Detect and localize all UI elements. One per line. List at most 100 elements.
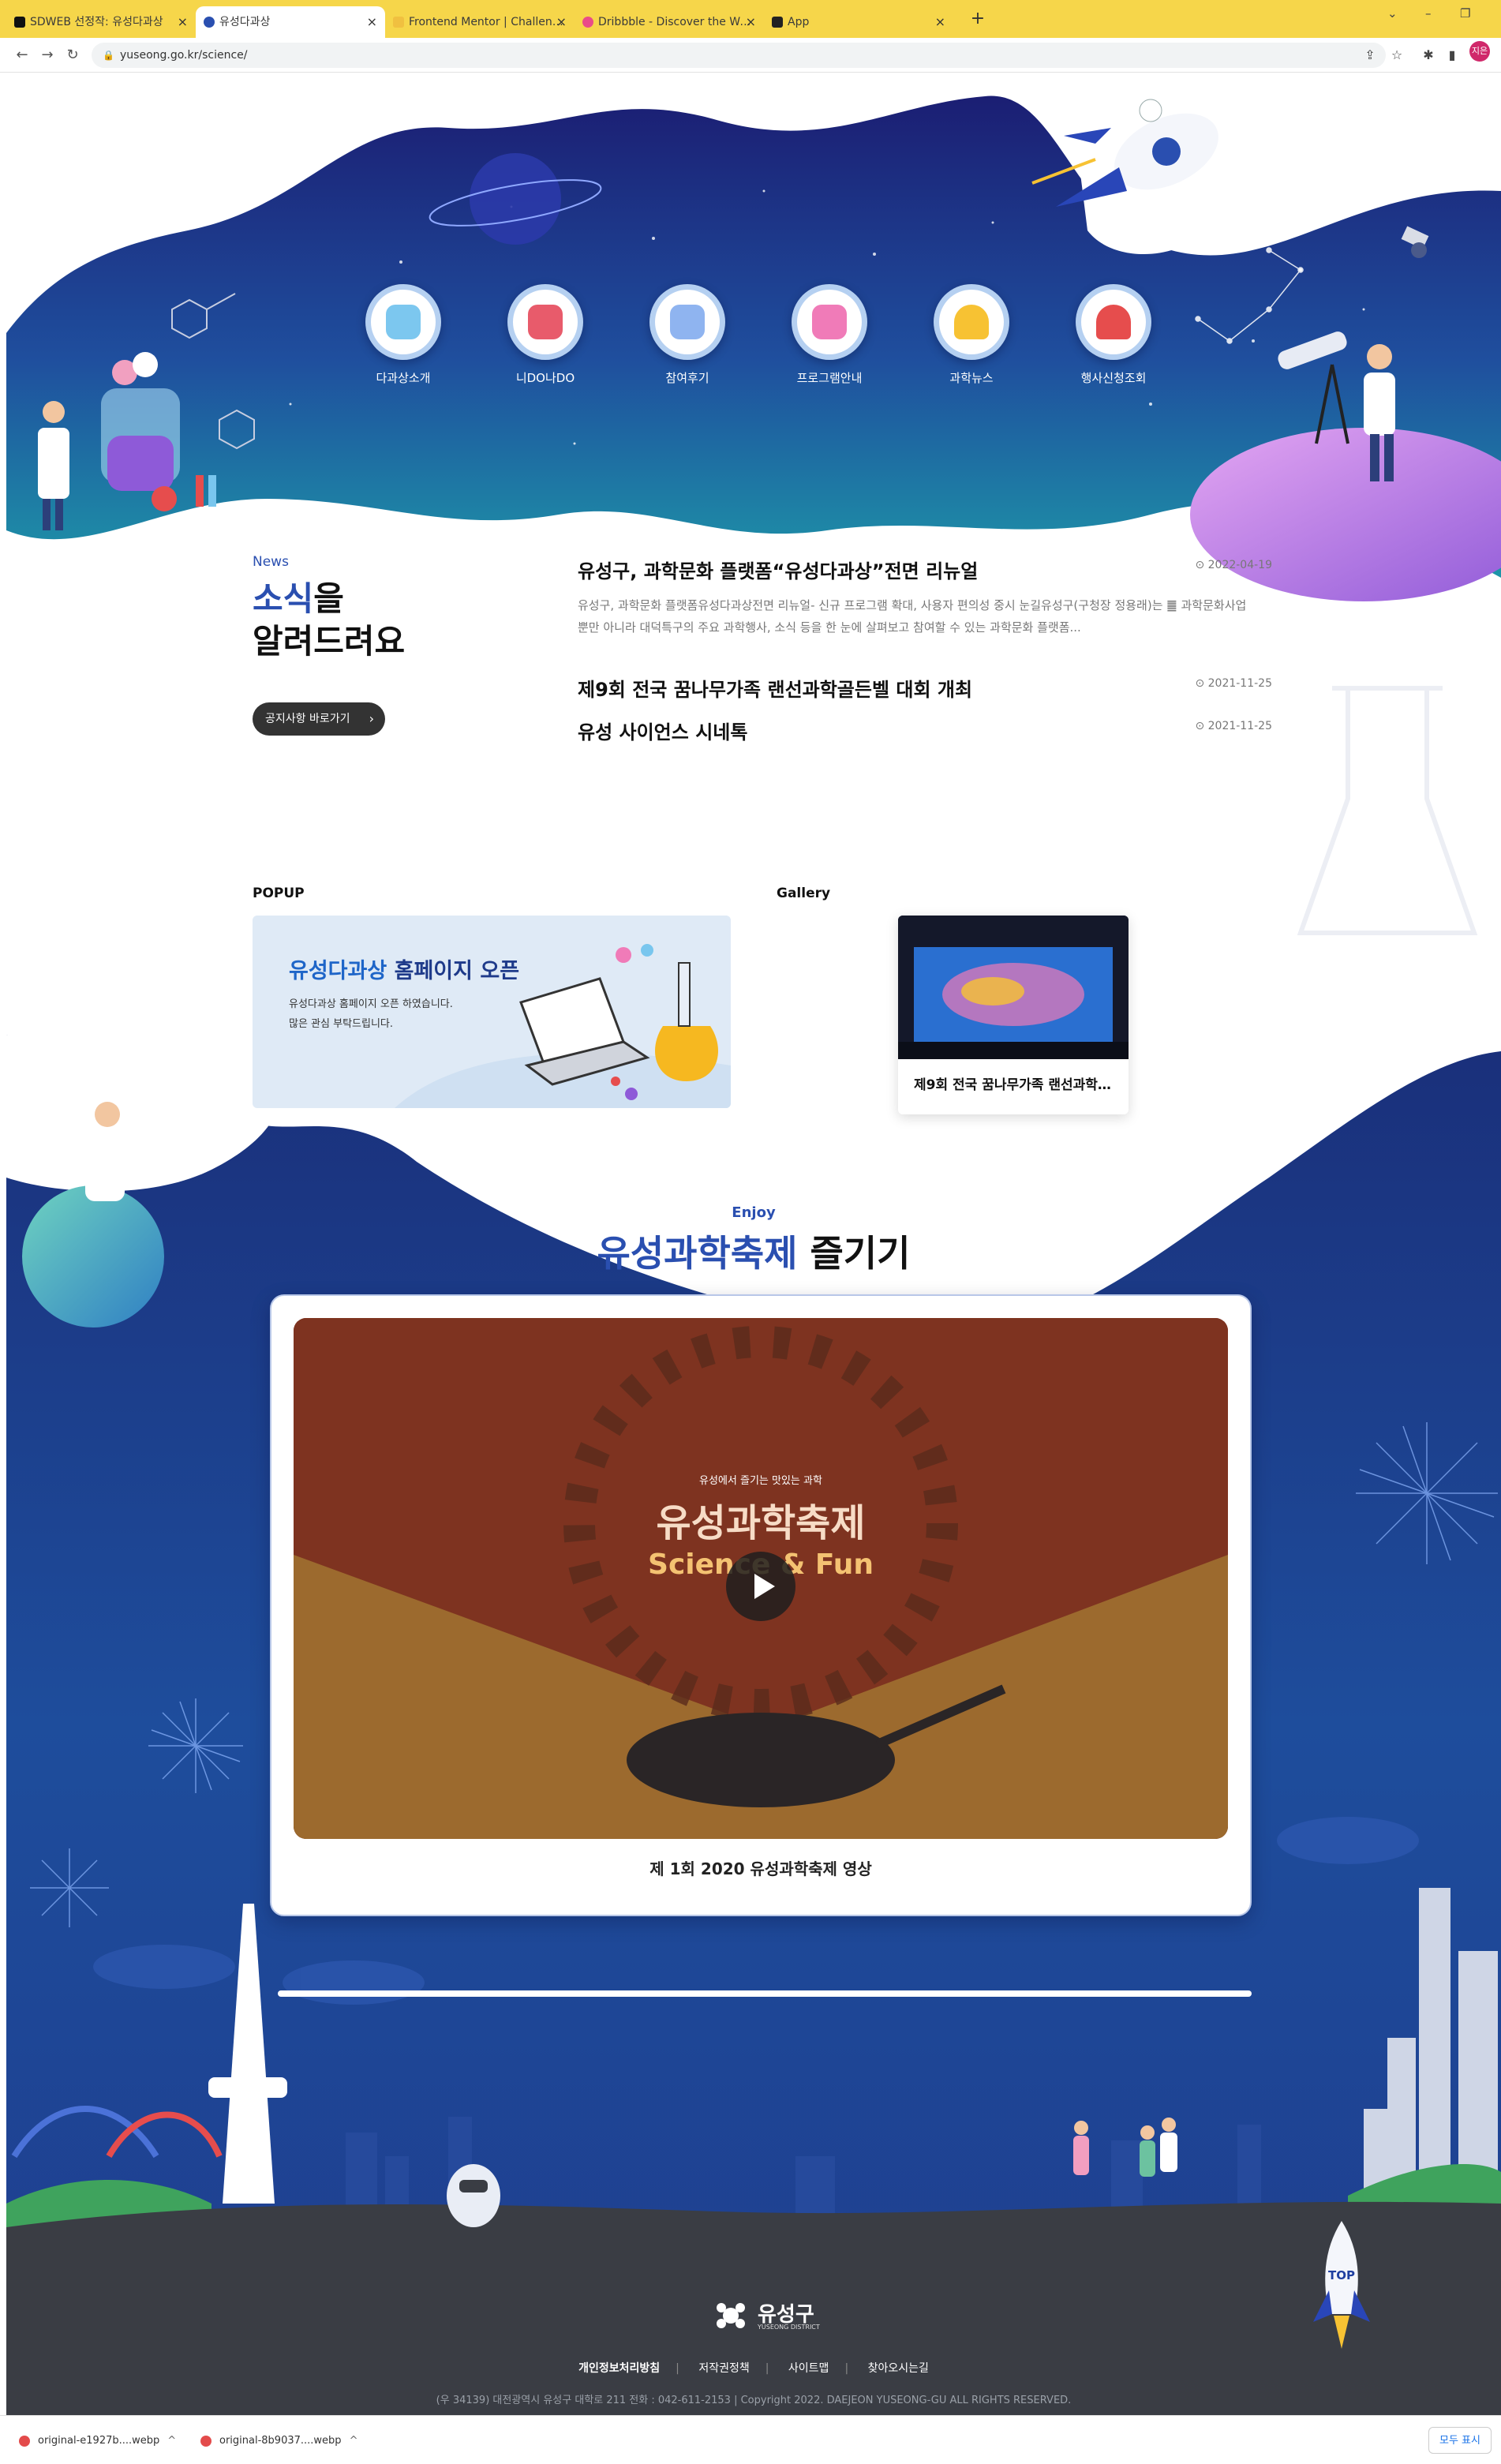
close-icon[interactable]: × [367, 6, 377, 38]
news-heading-highlight: 소식 [253, 579, 314, 618]
chevron-up-icon[interactable]: ^ [167, 2435, 176, 2447]
download-item[interactable]: original-e1927b....webp ^ [16, 2428, 176, 2454]
ribbon-divider [278, 1990, 1252, 1997]
profile-avatar[interactable]: 지은 [1469, 41, 1490, 62]
article-date: ⊙ 2021-11-25 [1195, 720, 1272, 732]
menu-label: 프로그램안내 [796, 371, 863, 385]
separator: | [765, 2362, 769, 2375]
video-player[interactable]: 유성에서 즐기는 맛있는 과학 유성과학축제 Science & Fun [294, 1318, 1228, 1839]
video-subtitle: 유성에서 즐기는 맛있는 과학 [699, 1475, 822, 1487]
menu-label: 과학뉴스 [949, 371, 994, 385]
enjoy-heading-rest: 즐기기 [797, 1232, 911, 1275]
date-text: 2022-04-19 [1207, 559, 1272, 571]
notice-button-label: 공지사항 바로가기 [265, 713, 350, 725]
download-filename: original-8b9037....webp [219, 2435, 342, 2447]
browser-tab[interactable]: SDWEB 선정작: 유성다과상 × [6, 6, 196, 38]
favicon-icon [772, 17, 783, 28]
back-icon[interactable]: ← [11, 44, 33, 66]
menu-icon-circle [934, 284, 1009, 360]
flask-outline-icon [1297, 686, 1478, 935]
chrome-file-icon [19, 2436, 30, 2447]
sidebar-icon[interactable]: ▮ [1444, 47, 1460, 63]
close-icon[interactable]: × [178, 6, 188, 38]
play-icon [754, 1574, 775, 1599]
tab-search-icon[interactable]: ⌄ [1387, 6, 1398, 21]
menu-label: 행사신청조회 [1080, 371, 1147, 385]
top-button[interactable]: TOP [1324, 2268, 1359, 2282]
browser-toolbar: ← → ↻ 🔒 yuseong.go.kr/science/ ⇪ ☆ ✱ ▮ [0, 38, 1501, 73]
menu-icon-circle [365, 284, 441, 360]
close-icon[interactable]: × [556, 6, 567, 38]
menu-label: 니DO나DO [515, 371, 575, 385]
gallery-thumbnail [898, 916, 1129, 1059]
footer-ground [6, 2201, 1501, 2415]
menu-item-science-news[interactable]: 과학뉴스 [928, 284, 1015, 386]
footer-link-privacy[interactable]: 개인정보처리방침 [578, 2362, 660, 2375]
download-filename: original-e1927b....webp [38, 2435, 160, 2447]
article-title[interactable]: 유성구, 과학문화 플랫폼“유성다과상”전면 리뉴얼 [578, 556, 1272, 583]
separator: | [844, 2362, 849, 2375]
menu-item-nido[interactable]: 니DO나DO [502, 284, 589, 386]
footer-link-directions[interactable]: 찾아오시는길 [868, 2362, 929, 2375]
favicon-icon [582, 17, 593, 28]
popup-banner[interactable]: 유성다과상 홈페이지 오픈 유성다과상 홈페이지 오픈 하였습니다. 많은 관심… [253, 916, 731, 1108]
tab-label: SDWEB 선정작: 유성다과상 [30, 16, 163, 28]
gallery-label: Gallery [777, 886, 831, 901]
star-icon[interactable]: ☆ [1389, 47, 1405, 63]
news-article[interactable]: 제9회 전국 꿈나무가족 랜선과학골든벨 대회 개최 ⊙ 2021-11-25 [578, 674, 1272, 702]
footer-logo-sub: YUSEONG DISTRICT [758, 2324, 820, 2331]
share-icon[interactable]: ⇪ [1362, 47, 1378, 63]
tab-label: Frontend Mentor | Challenges [409, 16, 572, 28]
notice-shortcut-button[interactable]: 공지사항 바로가기 › [253, 702, 385, 736]
menu-item-programs[interactable]: 프로그램안내 [786, 284, 873, 386]
browser-tab[interactable]: Frontend Mentor | Challenges × [385, 6, 575, 38]
separator: | [676, 2362, 679, 2375]
favicon-icon [204, 17, 215, 28]
close-icon[interactable]: × [935, 6, 945, 38]
reload-icon[interactable]: ↻ [62, 44, 84, 66]
footer-link-sitemap[interactable]: 사이트맵 [788, 2362, 829, 2375]
tab-label: 유성다과상 [219, 16, 271, 28]
address-bar[interactable]: 🔒 yuseong.go.kr/science/ [92, 43, 1386, 68]
gallery-card[interactable]: 제9회 전국 꿈나무가족 랜선과학골든벨 대회 개최 [898, 916, 1129, 1114]
article-title[interactable]: 유성 사이언스 시네톡 [578, 717, 1272, 744]
browser-tab[interactable]: Dribbble - Discover the World's × [575, 6, 764, 38]
chevron-up-icon[interactable]: ^ [350, 2435, 358, 2447]
news-heading-rest: 을 [313, 579, 344, 618]
menu-item-reviews[interactable]: 참여후기 [644, 284, 731, 386]
extensions-icon[interactable]: ✱ [1421, 47, 1436, 63]
article-title[interactable]: 제9회 전국 꿈나무가족 랜선과학골든벨 대회 개최 [578, 674, 1272, 702]
article-date: ⊙ 2021-11-25 [1195, 677, 1272, 690]
news-heading: 소식을 알려드려요 [253, 578, 405, 663]
browser-tab-active[interactable]: 유성다과상 × [196, 6, 385, 38]
popup-laptop-illustration [395, 944, 731, 1108]
menu-label: 다과상소개 [376, 371, 431, 385]
download-bar: original-e1927b....webp ^ original-8b9037… [0, 2415, 1501, 2464]
video-title-text: 유성과학축제 [656, 1501, 866, 1545]
play-button[interactable] [726, 1552, 795, 1621]
maximize-icon[interactable]: ❐ [1460, 6, 1470, 21]
forward-icon[interactable]: → [36, 44, 58, 66]
menu-label: 참여후기 [665, 371, 709, 385]
menu-item-intro[interactable]: 다과상소개 [360, 284, 447, 386]
date-text: 2021-11-25 [1207, 677, 1272, 690]
chevron-right-icon: › [369, 711, 374, 726]
menu-icon-circle [649, 284, 725, 360]
popup-label: POPUP [253, 886, 305, 901]
footer-links: 개인정보처리방침 | 저작권정책 | 사이트맵 | 찾아오시는길 [6, 2360, 1501, 2376]
tab-label: Dribbble - Discover the World's [598, 16, 764, 28]
tab-label: App [788, 16, 810, 28]
news-article[interactable]: 유성구, 과학문화 플랫폼“유성다과상”전면 리뉴얼 ⊙ 2022-04-19 … [578, 556, 1272, 638]
minimize-icon[interactable]: – [1425, 6, 1432, 21]
close-icon[interactable]: × [746, 6, 756, 38]
browser-tab[interactable]: App × [764, 6, 953, 38]
gallery-caption[interactable]: 제9회 전국 꿈나무가족 랜선과학골든벨 대회 개최 [914, 1073, 1116, 1093]
footer-link-copyright[interactable]: 저작권정책 [698, 2362, 749, 2375]
news-article[interactable]: 유성 사이언스 시네톡 ⊙ 2021-11-25 [578, 717, 1272, 744]
show-all-downloads-button[interactable]: 모두 표시 [1428, 2427, 1492, 2454]
download-item[interactable]: original-8b9037....webp ^ [197, 2428, 357, 2454]
menu-item-event-apply[interactable]: 행사신청조회 [1070, 284, 1157, 386]
new-tab-button[interactable]: + [966, 6, 990, 32]
rocket-icon [1096, 305, 1131, 339]
enjoy-tag: Enjoy [732, 1204, 776, 1221]
